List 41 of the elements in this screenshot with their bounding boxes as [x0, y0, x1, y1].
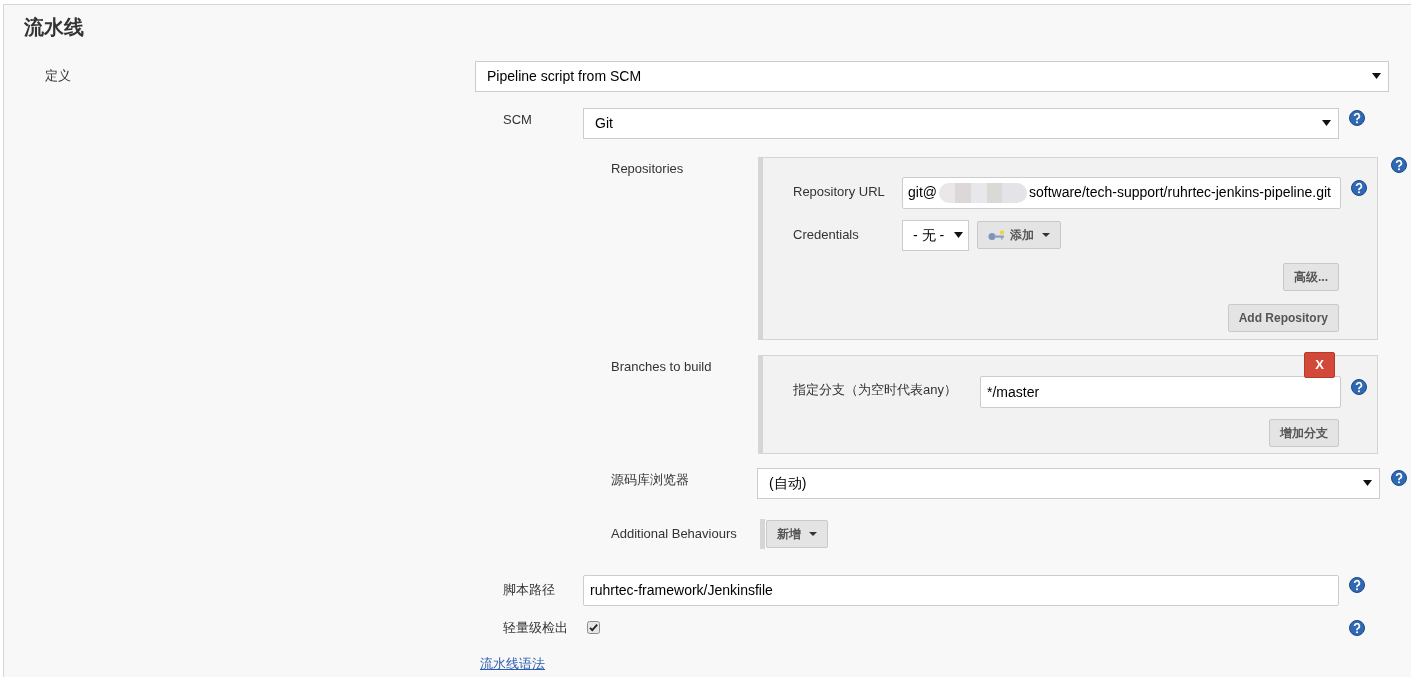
caret-icon [1322, 120, 1331, 126]
section-title: 流水线 [24, 15, 84, 39]
credentials-select[interactable]: - 无 - [902, 219, 969, 251]
field-label: 定义 [45, 67, 72, 85]
help-icon[interactable] [1351, 179, 1367, 196]
add-branch-button[interactable]: 增加分支 [1269, 418, 1339, 447]
help-icon[interactable] [1349, 576, 1365, 593]
caret-icon [954, 232, 963, 238]
caret-icon [1372, 73, 1381, 79]
scm-select[interactable]: Git [583, 107, 1339, 139]
field-label: 脚本路径 [503, 580, 556, 599]
help-icon[interactable] [1349, 109, 1365, 126]
definition-select[interactable]: Pipeline script from SCM [475, 60, 1389, 92]
field-label: Repositories [611, 159, 685, 178]
field-label: 指定分支（为空时代表any） [793, 380, 958, 399]
repository-url-field[interactable]: git@ software/tech-support/ruhrtec-jenkins-pipeline.git [902, 176, 1341, 209]
caret-icon [1042, 233, 1050, 237]
field-label: Repository URL [793, 182, 886, 201]
field-label: SCM [503, 110, 533, 129]
field-label: 轻量级检出 [503, 618, 569, 637]
pipeline-syntax-link[interactable]: 流水线语法 [480, 655, 545, 671]
caret-icon [809, 531, 817, 536]
help-icon[interactable] [1391, 156, 1407, 173]
script-path-input[interactable]: ruhrtec-framework/Jenkinsfile [583, 574, 1339, 606]
help-icon[interactable] [1391, 469, 1407, 486]
add-behaviour-button[interactable]: 新增 [766, 519, 828, 548]
branch-input[interactable]: */master [980, 375, 1341, 408]
checkbox[interactable] [587, 621, 600, 634]
add-credentials-button[interactable]: 添加 [977, 221, 1061, 249]
field-label: Additional Behaviours [611, 524, 738, 543]
add-repository-button[interactable]: Add Repository [1227, 303, 1339, 332]
field-label: Credentials [793, 226, 860, 244]
field-label: Branches to build [611, 357, 713, 376]
repository-browser-select[interactable]: (自动) [757, 467, 1380, 499]
help-icon[interactable] [1351, 378, 1367, 395]
key-icon [988, 229, 1006, 241]
advanced-button[interactable]: 高级... [1283, 262, 1339, 291]
caret-icon [1363, 480, 1372, 486]
field-label: 源码库浏览器 [611, 470, 690, 489]
help-icon[interactable] [1349, 619, 1365, 636]
delete-button[interactable]: X [1304, 351, 1335, 378]
